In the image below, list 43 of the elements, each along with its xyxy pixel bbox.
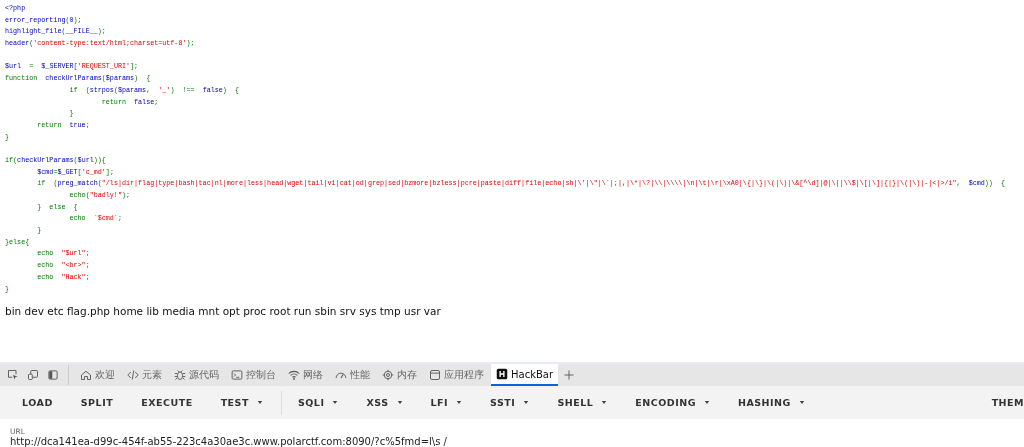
caret-icon: [396, 401, 403, 404]
menu-button[interactable]: SPLIT: [70, 393, 124, 412]
menu-button[interactable]: SQLI: [287, 393, 349, 412]
devtools-tab[interactable]: 应用程序: [424, 364, 489, 386]
menu-button[interactable]: EXECUTE: [131, 393, 203, 412]
caret-icon: [703, 401, 710, 404]
caret-icon: [601, 401, 608, 404]
devtools-tab[interactable]: 欢迎: [75, 364, 120, 386]
device-icon[interactable]: [27, 369, 39, 381]
bug-icon: [174, 369, 186, 381]
code-icon: [127, 369, 139, 381]
devtools-tab[interactable]: 网络: [283, 364, 328, 386]
chip-icon: [382, 369, 394, 381]
menu-button[interactable]: TEST: [210, 393, 273, 412]
menu-button[interactable]: LFI: [420, 393, 473, 412]
menu-button[interactable]: HASHING: [727, 393, 815, 412]
console-icon: [231, 369, 243, 381]
menu-button[interactable]: SSTI: [480, 393, 540, 412]
devtools-tab[interactable]: 源代码: [169, 364, 224, 386]
menu-button[interactable]: ENCODING: [625, 393, 720, 412]
devtools-tab[interactable]: 内存: [377, 364, 422, 386]
caret-icon: [523, 401, 530, 404]
wifi-icon: [288, 369, 300, 381]
caret-icon: [332, 401, 339, 404]
devtools-tab[interactable]: 控制台: [226, 364, 281, 386]
inspect-icon[interactable]: [7, 369, 19, 381]
add-tab-icon[interactable]: [563, 369, 576, 381]
devtools-tab[interactable]: 元素: [122, 364, 167, 386]
url-field[interactable]: http://dca141ea-d99c-454f-ab55-223c4a30ae3c.www.polarctf.com:8090/?c%5fmd=l\s /: [10, 436, 610, 447]
caret-icon: [456, 401, 463, 404]
devtools-tab[interactable]: HackBar: [491, 364, 559, 386]
menu-button[interactable]: SHELL: [547, 393, 618, 412]
caret-icon: [798, 401, 805, 404]
menu-button[interactable]: LOAD: [12, 393, 63, 412]
hackbar-icon: [496, 368, 508, 380]
home-icon: [80, 369, 92, 381]
menu-button[interactable]: THEM: [981, 393, 1024, 412]
devtools-tab[interactable]: 性能: [330, 364, 375, 386]
caret-icon: [256, 401, 263, 404]
sidebar-icon[interactable]: [47, 369, 59, 381]
command-output: bin dev etc flag.php home lib media mnt opt proc root run sbin srv sys tmp usr var: [5, 305, 442, 318]
window-icon: [429, 369, 441, 381]
menu-button[interactable]: XSS: [356, 393, 413, 412]
